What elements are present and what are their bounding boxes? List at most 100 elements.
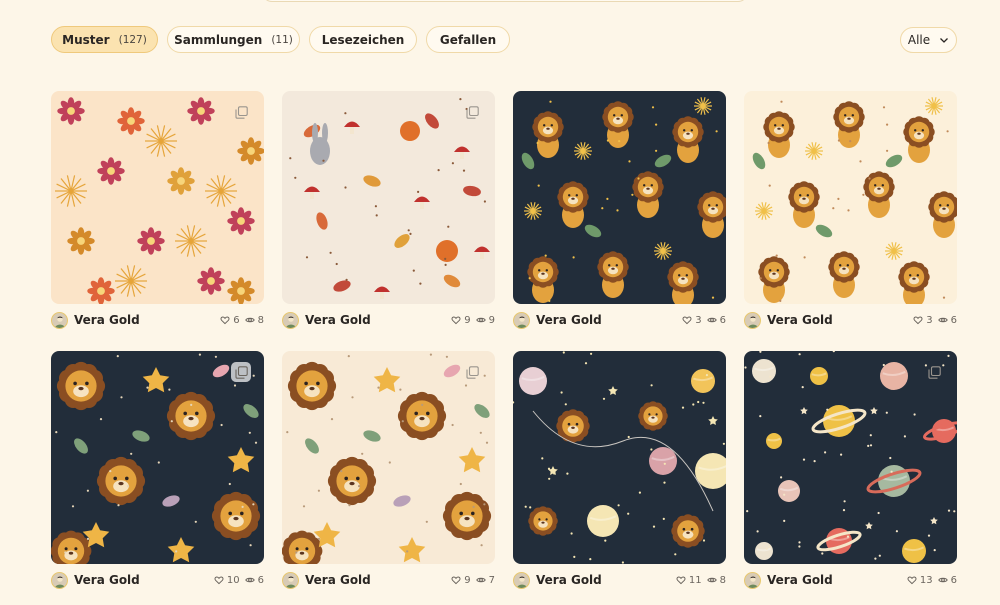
pattern-image [513,351,726,564]
pattern-thumbnail[interactable] [744,91,957,304]
collection-stack-icon[interactable] [462,102,482,122]
pattern-card[interactable]: Vera Gold 11 8 [513,351,726,605]
pattern-thumbnail[interactable] [282,91,495,304]
author-name: Vera Gold [305,313,371,327]
view-count: 9 [488,314,495,326]
card-meta: Vera Gold 6 8 [51,304,264,334]
like-count: 9 [464,314,471,326]
pattern-thumbnail[interactable] [744,351,957,564]
card-stats: 99 [451,315,495,326]
card-meta: Vera Gold 11 8 [513,564,726,594]
view-count: 6 [950,574,957,586]
view-stat: 8 [706,575,726,586]
tab-label: Sammlungen [174,32,263,47]
like-stat[interactable]: 3 [682,314,702,326]
avatar-icon [282,311,299,329]
view-stat: 6 [937,314,957,326]
eye-icon [937,315,948,325]
collection-stack-icon[interactable] [231,102,251,122]
card-stats: 36 [682,315,726,326]
pattern-card[interactable]: Vera Gold 3 6 [744,91,957,351]
filter-selected-value: Alle [907,33,931,47]
like-stat[interactable]: 3 [913,314,933,326]
like-stat[interactable]: 13 [907,575,933,586]
author-name: Vera Gold [74,573,140,587]
tab-label: Gefallen [439,32,497,47]
pattern-image [744,91,957,304]
author-name: Vera Gold [767,313,833,327]
pattern-card[interactable]: Vera Gold 9 9 [282,91,495,351]
tab-label: Muster [62,32,110,47]
author-link[interactable]: Vera Gold [51,311,140,329]
collection-stack-icon[interactable] [462,362,482,382]
pattern-card[interactable]: Vera Gold 3 6 [513,91,726,351]
author-name: Vera Gold [74,313,140,327]
card-stats: 68 [220,315,264,326]
eye-icon [244,315,255,325]
avatar-icon [513,571,530,589]
pattern-thumbnail[interactable] [282,351,495,564]
heart-icon [451,575,461,585]
view-stat: 8 [244,314,264,326]
pattern-thumbnail[interactable] [51,351,264,564]
pattern-card[interactable]: Vera Gold 6 8 [51,91,264,351]
tab-lesezeichen[interactable]: Lesezeichen [309,26,417,53]
tab-muster[interactable]: Muster (127) [51,26,158,53]
pattern-thumbnail[interactable] [51,91,264,304]
pattern-image [51,351,264,564]
avatar-icon [282,571,299,589]
view-count: 6 [950,314,957,326]
pattern-card[interactable]: Vera Gold 10 6 [51,351,264,605]
heart-icon [907,575,917,585]
like-count: 10 [226,574,240,586]
view-count: 6 [257,574,264,586]
avatar-icon [51,311,68,329]
like-stat[interactable]: 6 [220,314,240,326]
author-link[interactable]: Vera Gold [282,571,371,589]
author-name: Vera Gold [536,573,602,587]
pattern-image [51,91,264,304]
like-stat[interactable]: 11 [676,575,702,586]
like-count: 3 [695,314,702,326]
author-link[interactable]: Vera Gold [513,571,602,589]
author-link[interactable]: Vera Gold [51,571,140,589]
view-stat: 9 [475,314,495,326]
card-meta: Vera Gold 9 7 [282,564,495,594]
filter-dropdown[interactable]: Alle [900,27,957,53]
collection-stack-icon[interactable] [231,362,251,382]
eye-icon [706,575,717,585]
avatar-icon [744,311,761,329]
eye-icon [937,575,948,585]
pattern-card[interactable]: Vera Gold 13 6 [744,351,957,605]
card-stats: 13 6 [907,575,957,586]
view-stat: 7 [475,575,495,586]
like-count: 11 [688,574,702,586]
author-link[interactable]: Vera Gold [282,311,371,329]
like-stat[interactable]: 10 [214,575,240,586]
like-stat[interactable]: 9 [451,575,471,586]
chevron-down-icon [940,38,949,43]
like-count: 3 [926,314,933,326]
pattern-thumbnail[interactable] [513,91,726,304]
tab-sammlungen[interactable]: Sammlungen (11) [167,26,300,53]
like-count: 6 [233,314,240,326]
view-stat: 6 [244,574,264,586]
heart-icon [676,575,686,585]
view-count: 8 [257,314,264,326]
author-name: Vera Gold [305,573,371,587]
author-link[interactable]: Vera Gold [513,311,602,329]
tab-count: (127) [118,33,147,46]
like-stat[interactable]: 9 [451,314,471,326]
pattern-card[interactable]: Vera Gold 9 7 [282,351,495,605]
eye-icon [706,315,717,325]
collection-stack-icon[interactable] [924,362,944,382]
author-link[interactable]: Vera Gold [744,311,833,329]
eye-icon [244,575,255,585]
view-count: 6 [719,314,726,326]
search-bar[interactable] [262,0,748,2]
tab-count: (11) [271,33,293,46]
author-link[interactable]: Vera Gold [744,571,833,589]
pattern-image [513,91,726,304]
tab-gefallen[interactable]: Gefallen [426,26,510,53]
pattern-thumbnail[interactable] [513,351,726,564]
